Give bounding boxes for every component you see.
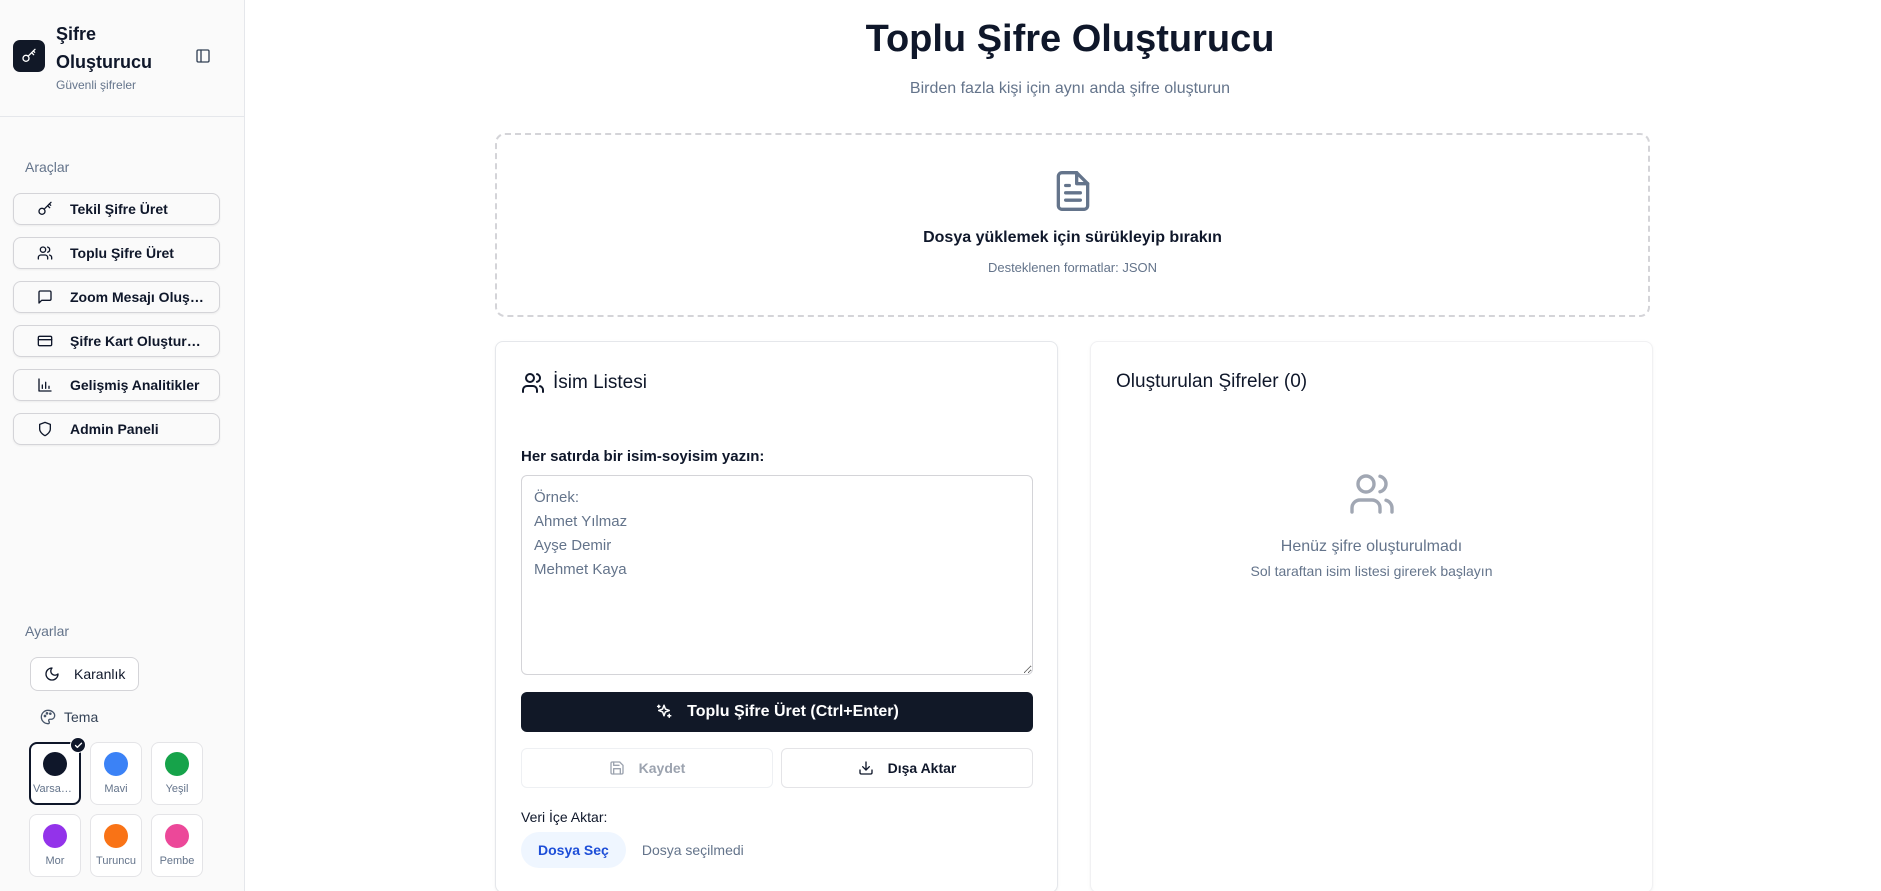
export-button[interactable]: Dışa Aktar (781, 748, 1033, 788)
swatch-color (43, 824, 67, 848)
swatch-color (104, 752, 128, 776)
app-logo (13, 40, 45, 72)
page-title: Toplu Şifre Oluşturucu (865, 18, 1275, 60)
nav-item-label: Şifre Kart Oluşturucu (70, 333, 205, 349)
empty-state-subtitle: Sol taraftan isim listesi girerek başlay… (1250, 563, 1493, 579)
tools-section-label: Araçlar (25, 159, 70, 175)
swatch-color (165, 752, 189, 776)
swatch-name: Mor (45, 855, 65, 867)
sidebar-header: Şifre Oluşturucu Güvenli şifreler (0, 0, 244, 117)
names-card: İsim Listesi Her satırda bir isim-soyisi… (495, 341, 1058, 891)
names-textarea[interactable] (521, 475, 1033, 675)
check-icon (70, 737, 86, 753)
swatch-color (165, 824, 189, 848)
swatch-color (104, 824, 128, 848)
message-square-icon (37, 289, 53, 305)
dark-mode-button[interactable]: Karanlık (30, 657, 139, 691)
sparkles-icon (655, 703, 673, 721)
theme-swatch-orange[interactable]: Turuncu (90, 814, 142, 877)
theme-label: Tema (40, 709, 98, 725)
theme-swatch-purple[interactable]: Mor (29, 814, 81, 877)
file-status: Dosya seçilmedi (641, 842, 744, 858)
nav-item-label: Toplu Şifre Üret (70, 245, 174, 261)
nav-item-label: Zoom Mesajı Oluştur (70, 289, 205, 305)
app-subtitle: Güvenli şifreler (56, 78, 137, 92)
key-icon (37, 201, 53, 217)
file-input-row: Dosya Seç Dosya seçilmedi (521, 832, 744, 868)
swatch-name: Mavi (104, 783, 128, 795)
nav-item-label: Admin Paneli (70, 421, 159, 437)
file-dropzone[interactable]: Dosya yüklemek için sürükleyip bırakın D… (495, 133, 1650, 317)
users-icon (37, 245, 53, 261)
panel-left-icon (195, 48, 211, 64)
empty-state: Henüz şifre oluşturulmadı Sol taraftan i… (1091, 470, 1652, 579)
settings-section-label: Ayarlar (25, 623, 70, 639)
names-field-label: Her satırda bir isim-soyisim yazın: (521, 448, 765, 465)
file-text-icon (1051, 167, 1095, 215)
palette-icon (40, 709, 56, 725)
theme-label-text: Tema (64, 709, 99, 725)
save-icon (609, 760, 625, 776)
export-label: Dışa Aktar (887, 760, 957, 776)
nav-item-label: Gelişmiş Analitikler (70, 377, 200, 393)
shield-icon (37, 421, 53, 437)
nav-item-single-password[interactable]: Tekil Şifre Üret (13, 193, 220, 225)
page-subtitle: Birden fazla kişi için aynı anda şifre o… (909, 80, 1231, 97)
sidebar: Şifre Oluşturucu Güvenli şifreler Araçla… (0, 0, 245, 891)
nav-item-zoom-message[interactable]: Zoom Mesajı Oluştur (13, 281, 220, 313)
swatch-name: Varsayılan (33, 783, 77, 795)
save-label: Kaydet (638, 760, 686, 776)
nav-item-analytics[interactable]: Gelişmiş Analitikler (13, 369, 220, 401)
tools-nav: Tekil Şifre Üret Toplu Şifre Üret Zoom M… (13, 193, 220, 457)
save-button[interactable]: Kaydet (521, 748, 773, 788)
results-card: Oluşturulan Şifreler (0) Henüz şifre olu… (1090, 341, 1653, 891)
import-label: Veri İçe Aktar: (521, 809, 608, 825)
dropzone-title: Dosya yüklemek için sürükleyip bırakın (923, 229, 1222, 246)
swatch-name: Turuncu (96, 855, 136, 867)
results-card-title: Oluşturulan Şifreler (0) (1116, 371, 1308, 392)
dark-mode-label: Karanlık (74, 666, 126, 682)
dropzone-subtitle: Desteklenen formatlar: JSON (987, 260, 1158, 275)
nav-item-bulk-password[interactable]: Toplu Şifre Üret (13, 237, 220, 269)
results-card-header: Oluşturulan Şifreler (0) (1116, 371, 1307, 393)
bulk-generate-label: Toplu Şifre Üret (Ctrl+Enter) (687, 703, 899, 720)
names-card-header: İsim Listesi (521, 371, 647, 395)
theme-swatches: Varsayılan Mavi Yeşil Mor Turuncu Pembe (29, 737, 203, 877)
download-icon (858, 760, 874, 776)
app-title: Şifre Oluşturucu (56, 24, 153, 72)
bulk-generate-button[interactable]: Toplu Şifre Üret (Ctrl+Enter) (521, 692, 1033, 732)
nav-item-admin[interactable]: Admin Paneli (13, 413, 220, 445)
nav-item-label: Tekil Şifre Üret (70, 201, 168, 217)
key-icon (21, 48, 37, 64)
users-icon (1348, 470, 1396, 518)
users-icon (521, 371, 545, 395)
swatch-color (43, 752, 67, 776)
moon-icon (44, 666, 60, 682)
nav-item-password-card[interactable]: Şifre Kart Oluşturucu (13, 325, 220, 357)
choose-file-button[interactable]: Dosya Seç (521, 832, 626, 868)
theme-swatch-green[interactable]: Yeşil (151, 742, 203, 805)
theme-swatch-blue[interactable]: Mavi (90, 742, 142, 805)
bar-chart-icon (37, 377, 53, 393)
empty-state-title: Henüz şifre oluşturulmadı (1280, 538, 1463, 555)
swatch-name: Yeşil (165, 783, 189, 795)
names-card-title: İsim Listesi (553, 372, 647, 393)
sidebar-toggle-button[interactable] (193, 46, 213, 66)
theme-swatch-pink[interactable]: Pembe (151, 814, 203, 877)
theme-swatch-default[interactable]: Varsayılan (29, 737, 86, 805)
credit-card-icon (37, 333, 53, 349)
swatch-name: Pembe (159, 855, 195, 867)
